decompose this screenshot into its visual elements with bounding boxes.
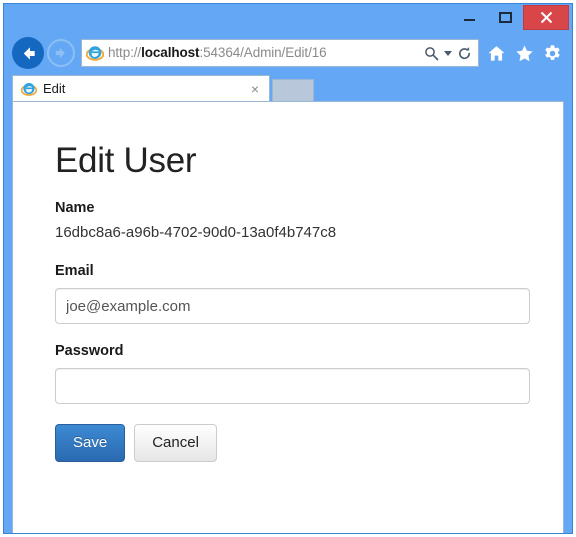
edit-user-form: Edit User Name 16dbc8a6-a96b-4702-90d0-1… bbox=[13, 102, 563, 462]
cancel-button[interactable]: Cancel bbox=[134, 424, 217, 462]
form-actions: Save Cancel bbox=[55, 424, 563, 462]
email-label: Email bbox=[55, 263, 94, 280]
maximize-icon bbox=[498, 11, 512, 23]
tab-close-icon[interactable]: × bbox=[247, 81, 263, 97]
email-field-group: Email bbox=[55, 263, 563, 325]
favorites-star-icon[interactable] bbox=[513, 42, 535, 64]
forward-button[interactable] bbox=[47, 39, 75, 67]
forward-arrow-icon bbox=[55, 47, 65, 59]
url-scheme: http:// bbox=[108, 46, 142, 60]
close-icon bbox=[540, 11, 552, 23]
tab-title: Edit bbox=[43, 82, 66, 95]
name-value: 16dbc8a6-a96b-4702-90d0-13a0f4b747c8 bbox=[55, 224, 337, 242]
name-field-group: Name 16dbc8a6-a96b-4702-90d0-13a0f4b747c… bbox=[55, 199, 563, 243]
ie-favicon-icon bbox=[21, 82, 37, 96]
back-button[interactable] bbox=[12, 37, 44, 69]
search-icon[interactable] bbox=[421, 43, 441, 63]
url-path: :54364/Admin/Edit/16 bbox=[199, 46, 327, 60]
title-bar bbox=[4, 4, 572, 32]
password-field-group: Password bbox=[55, 343, 563, 405]
page-viewport: Edit User Name 16dbc8a6-a96b-4702-90d0-1… bbox=[12, 101, 564, 533]
url-host: localhost bbox=[141, 46, 200, 60]
chevron-down-icon[interactable] bbox=[441, 50, 454, 56]
refresh-icon[interactable] bbox=[454, 43, 474, 63]
maximize-button[interactable] bbox=[487, 5, 523, 29]
window-controls bbox=[451, 4, 569, 30]
minimize-button[interactable] bbox=[451, 5, 487, 29]
settings-gear-icon[interactable] bbox=[541, 42, 563, 64]
save-button[interactable]: Save bbox=[55, 424, 126, 462]
new-tab-button[interactable] bbox=[272, 79, 314, 101]
browser-window: http://localhost:54364/Admin/Edit/16 Edi… bbox=[3, 3, 573, 534]
browser-toolbar-icons bbox=[485, 42, 566, 64]
name-label: Name bbox=[55, 199, 95, 216]
password-label: Password bbox=[55, 343, 124, 360]
back-arrow-icon bbox=[23, 46, 35, 60]
email-input[interactable] bbox=[55, 288, 530, 325]
minimize-icon bbox=[463, 19, 475, 21]
close-window-button[interactable] bbox=[523, 4, 569, 30]
url-text: http://localhost:54364/Admin/Edit/16 bbox=[108, 46, 421, 60]
tab-edit[interactable]: Edit × bbox=[12, 75, 270, 101]
password-input[interactable] bbox=[55, 368, 530, 405]
ie-favicon-icon bbox=[86, 46, 104, 61]
page-title: Edit User bbox=[55, 141, 197, 180]
navigation-bar: http://localhost:54364/Admin/Edit/16 bbox=[4, 32, 572, 74]
home-icon[interactable] bbox=[485, 42, 507, 64]
address-bar[interactable]: http://localhost:54364/Admin/Edit/16 bbox=[81, 39, 479, 67]
tab-strip: Edit × bbox=[4, 74, 572, 101]
